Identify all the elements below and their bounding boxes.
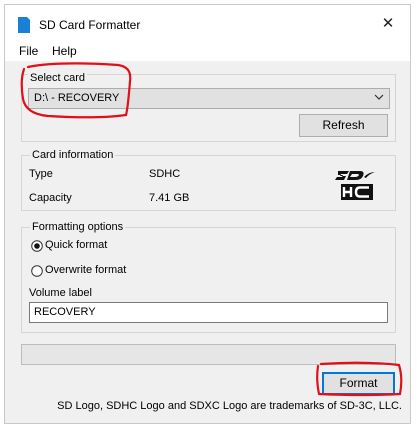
quick-format-radio[interactable] xyxy=(31,240,43,252)
menu-bar: File Help xyxy=(5,39,410,61)
trademark-footer: SD Logo, SDHC Logo and SDXC Logo are tra… xyxy=(57,400,402,412)
sd-app-icon xyxy=(18,17,30,33)
card-select-dropdown[interactable]: D:\ - RECOVERY xyxy=(28,88,390,109)
select-card-group: Select card D:\ - RECOVERY Refresh xyxy=(21,72,396,142)
overwrite-format-radio[interactable] xyxy=(31,265,43,277)
type-value: SDHC xyxy=(149,168,181,180)
select-card-title: Select card xyxy=(28,72,88,84)
format-button[interactable]: Format xyxy=(322,372,395,395)
quick-format-label[interactable]: Quick format xyxy=(45,239,107,251)
formatting-options-group: Formatting options Quick format Overwrit… xyxy=(21,221,396,333)
close-icon[interactable]: ✕ xyxy=(376,14,400,34)
formatting-options-title: Formatting options xyxy=(30,221,126,233)
card-select-value: D:\ - RECOVERY xyxy=(34,92,120,104)
chevron-down-icon xyxy=(374,94,384,100)
volume-label-input[interactable]: RECOVERY xyxy=(29,302,388,323)
menu-file[interactable]: File xyxy=(19,44,38,58)
window-title: SD Card Formatter xyxy=(39,18,141,32)
app-window: SD Card Formatter ✕ File Help Select car… xyxy=(4,4,411,424)
volume-label-caption: Volume label xyxy=(29,287,92,299)
sdhc-logo xyxy=(335,171,375,200)
volume-label-value: RECOVERY xyxy=(34,306,96,318)
menu-help[interactable]: Help xyxy=(52,44,77,58)
refresh-button[interactable]: Refresh xyxy=(299,114,388,137)
card-information-title: Card information xyxy=(30,149,116,161)
card-information-group: Card information Type SDHC Capacity 7.41… xyxy=(21,149,396,211)
capacity-label: Capacity xyxy=(29,192,72,204)
capacity-value: 7.41 GB xyxy=(149,192,190,204)
overwrite-format-label[interactable]: Overwrite format xyxy=(45,264,126,276)
progress-bar xyxy=(21,344,396,365)
title-bar: SD Card Formatter ✕ xyxy=(5,5,410,39)
type-label: Type xyxy=(29,168,53,180)
